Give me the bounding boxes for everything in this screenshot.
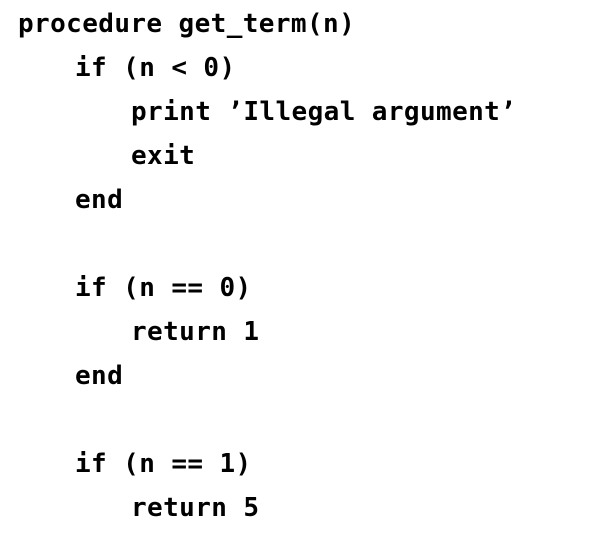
code-line-if-one: if (n == 1) — [75, 449, 252, 479]
code-listing: procedure get_term(n) if (n < 0) print ’… — [0, 0, 592, 546]
code-line-procedure: procedure get_term(n) — [18, 9, 356, 39]
code-line-if-negative: if (n < 0) — [75, 53, 236, 83]
code-line-exit: exit — [131, 141, 196, 171]
code-line-print: print ’Illegal argument’ — [131, 97, 517, 127]
code-line-return-1: return 1 — [131, 317, 260, 347]
code-line-if-zero: if (n == 0) — [75, 273, 252, 303]
code-line-end-2: end — [75, 361, 124, 391]
code-line-return-5: return 5 — [131, 493, 260, 523]
code-line-end-1: end — [75, 185, 124, 215]
